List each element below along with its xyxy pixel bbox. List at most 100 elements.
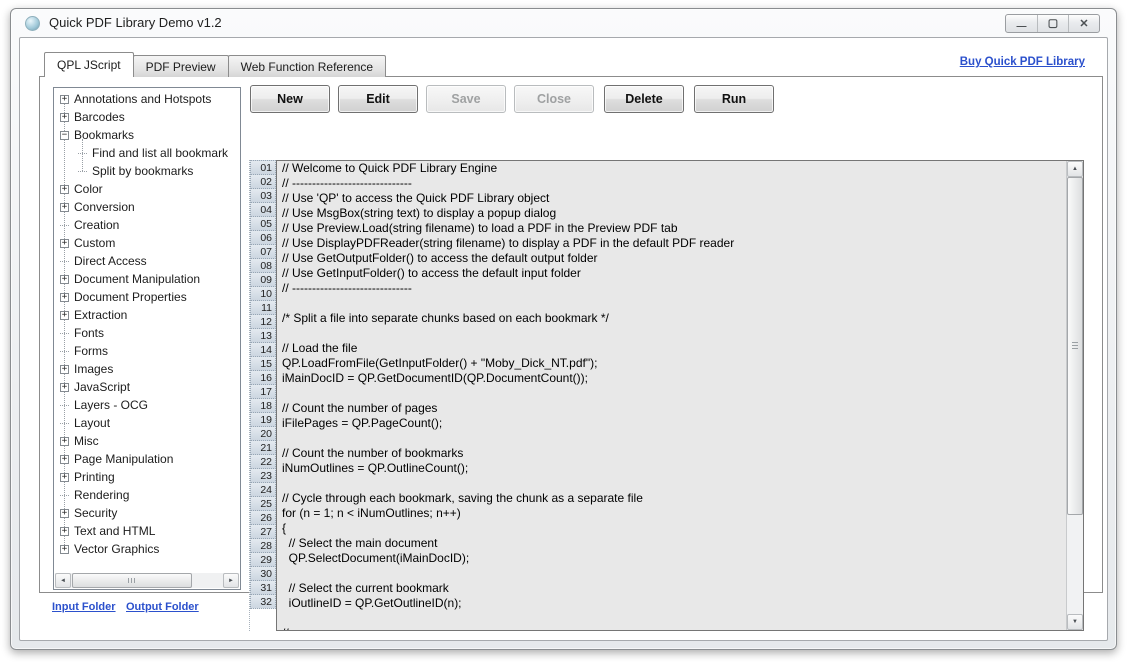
maximize-button[interactable]: ▢ [1037,15,1068,32]
line-number: 01 [250,160,276,175]
tree-item-label: Document Properties [74,290,187,304]
close-button[interactable]: ✕ [1068,15,1099,32]
delete-button[interactable]: Delete [604,85,684,113]
tree-item-label: Vector Graphics [74,542,159,556]
tree-connector [60,351,69,352]
line-number: 24 [250,482,276,497]
buy-quick-pdf-library-link[interactable]: Buy Quick PDF Library [960,56,1085,68]
tree-item-label: Bookmarks [74,128,134,142]
code-line: // ------------------------------ [277,281,1083,296]
code-line: // Use GetInputFolder() to access the de… [277,266,1083,281]
tree-item-label: Document Manipulation [74,272,200,286]
line-number: 28 [250,538,276,553]
scroll-left-icon[interactable]: ◄ [55,573,71,588]
expand-icon[interactable]: + [60,365,69,374]
tree-item-vector-graphics[interactable]: + Vector Graphics [54,540,240,558]
expand-icon[interactable]: + [60,275,69,284]
tab-web-function-reference[interactable]: Web Function Reference [228,55,387,77]
line-number: 27 [250,524,276,539]
tree-scrollbar-thumb[interactable] [72,573,192,588]
expand-icon[interactable]: + [60,545,69,554]
output-folder-link[interactable]: Output Folder [126,601,199,613]
expand-icon[interactable]: + [60,509,69,518]
app-window: Quick PDF Library Demo v1.2 — ▢ ✕ QPL JS… [10,8,1117,650]
expand-icon[interactable]: + [60,455,69,464]
expand-icon[interactable]: + [60,113,69,122]
line-number: 08 [250,258,276,273]
line-number: 13 [250,328,276,343]
line-number: 19 [250,412,276,427]
tree-item-fonts[interactable]: Fonts [54,324,240,342]
scroll-right-icon[interactable]: ► [223,573,239,588]
tree-connector [60,405,69,406]
tree-item-text-and-html[interactable]: +Text and HTML [54,522,240,540]
tree-item-direct-access[interactable]: Direct Access [54,252,240,270]
new-button[interactable]: New [250,85,330,113]
code-line: QP.LoadFromFile(GetInputFolder() + "Moby… [277,356,1083,371]
tree-item-label: Split by bookmarks [92,164,193,178]
tree-item-security[interactable]: +Security [54,504,240,522]
tree-item-color[interactable]: +Color [54,180,240,198]
line-number: 20 [250,426,276,441]
tree-item-label: Direct Access [74,254,147,268]
line-number: 09 [250,272,276,287]
tree-connector [60,261,69,262]
expand-icon[interactable]: + [60,95,69,104]
code-editor[interactable]: // Welcome to Quick PDF Library Engine//… [276,160,1084,631]
tree-item-document-manipulation[interactable]: + Document Manipulation [54,270,240,288]
tree-item-conversion[interactable]: +Conversion [54,198,240,216]
line-number: 21 [250,440,276,455]
tree-item-extraction[interactable]: + Extraction [54,306,240,324]
tree-item-creation[interactable]: Creation [54,216,240,234]
line-number: 06 [250,230,276,245]
tree-item-page-manipulation[interactable]: +Page Manipulation [54,450,240,468]
expand-icon[interactable]: + [60,185,69,194]
expand-icon[interactable]: + [60,473,69,482]
tree-item-layout[interactable]: Layout [54,414,240,432]
tree-item-label: Find and list all bookmark [92,146,228,160]
expand-icon[interactable]: + [60,383,69,392]
input-folder-link[interactable]: Input Folder [52,601,116,613]
tree-item-forms[interactable]: Forms [54,342,240,360]
tree-item-custom[interactable]: +Custom [54,234,240,252]
expand-icon[interactable]: + [60,203,69,212]
tree-item-javascript[interactable]: +JavaScript [54,378,240,396]
expand-icon[interactable]: + [60,311,69,320]
editor-vertical-scrollbar[interactable]: ▲ ▼ [1066,161,1083,630]
code-line: iFilePages = QP.PageCount(); [277,416,1083,431]
expand-icon[interactable]: + [60,293,69,302]
tree-item-annotations-and-hotspots[interactable]: +Annotations and Hotspots [54,90,240,108]
tree-item-layers-ocg[interactable]: Layers - OCG [54,396,240,414]
tree-connector [60,333,69,334]
expand-icon[interactable]: + [60,527,69,536]
tree-item-images[interactable]: +Images [54,360,240,378]
edit-button[interactable]: Edit [338,85,418,113]
tab-qpl-jscript[interactable]: QPL JScript [44,52,134,77]
tree-connector [60,423,69,424]
tree-item-misc[interactable]: +Misc [54,432,240,450]
tree-item-printing[interactable]: +Printing [54,468,240,486]
expand-icon[interactable]: + [60,239,69,248]
editor-scrollbar-thumb[interactable] [1067,177,1083,515]
tree-item-rendering[interactable]: Rendering [54,486,240,504]
tree-horizontal-scrollbar[interactable]: ◄ ► [55,573,239,588]
tree-item-label: Extraction [74,308,127,322]
expand-icon[interactable]: + [60,437,69,446]
code-line [277,386,1083,401]
minimize-button[interactable]: — [1006,15,1037,32]
line-number: 32 [250,594,276,609]
code-line [277,296,1083,311]
tab-pdf-preview[interactable]: PDF Preview [133,55,229,77]
line-number: 18 [250,398,276,413]
window-controls: — ▢ ✕ [1005,14,1100,33]
code-line: // Cycle through each bookmark, saving t… [277,491,1083,506]
run-button[interactable]: Run [694,85,774,113]
tree-item-document-properties[interactable]: + Document Properties [54,288,240,306]
minimize-icon: — [1017,21,1027,32]
title-bar[interactable]: Quick PDF Library Demo v1.2 — ▢ ✕ [11,9,1116,37]
line-number: 23 [250,468,276,483]
scroll-down-icon[interactable]: ▼ [1067,614,1083,630]
scroll-up-icon[interactable]: ▲ [1067,161,1083,177]
collapse-icon[interactable]: − [60,131,69,140]
tree-item-barcodes[interactable]: +Barcodes [54,108,240,126]
